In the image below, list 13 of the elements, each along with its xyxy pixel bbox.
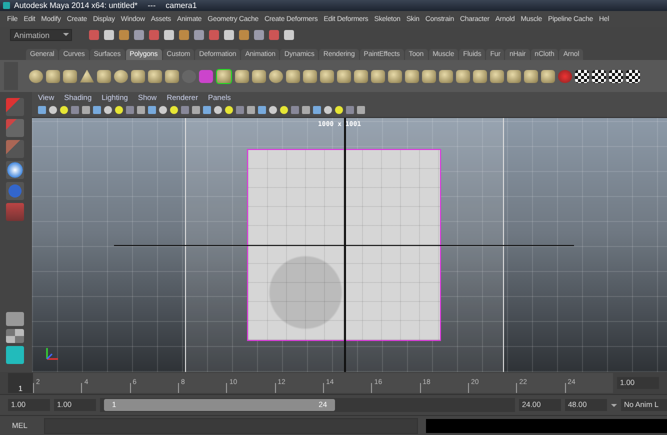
axis-gizmo-icon bbox=[44, 346, 60, 362]
shelf-tool-icon[interactable] bbox=[609, 70, 623, 82]
four-panel-layout-icon[interactable] bbox=[6, 329, 24, 343]
shelf-tool-icon[interactable] bbox=[592, 70, 606, 82]
caret-icon[interactable] bbox=[611, 404, 617, 410]
camera-name: camera1 bbox=[166, 1, 197, 10]
shelf-tool-icon[interactable] bbox=[626, 70, 640, 82]
menu-set-dropdown[interactable]: Animation bbox=[10, 29, 72, 41]
window-title: Autodesk Maya 2014 x64: untitled* bbox=[14, 1, 138, 10]
title-separator: --- bbox=[148, 1, 156, 10]
shelf-tool-icon[interactable] bbox=[575, 70, 589, 82]
tool-icon[interactable] bbox=[6, 161, 24, 179]
app-logo-icon bbox=[3, 2, 10, 9]
